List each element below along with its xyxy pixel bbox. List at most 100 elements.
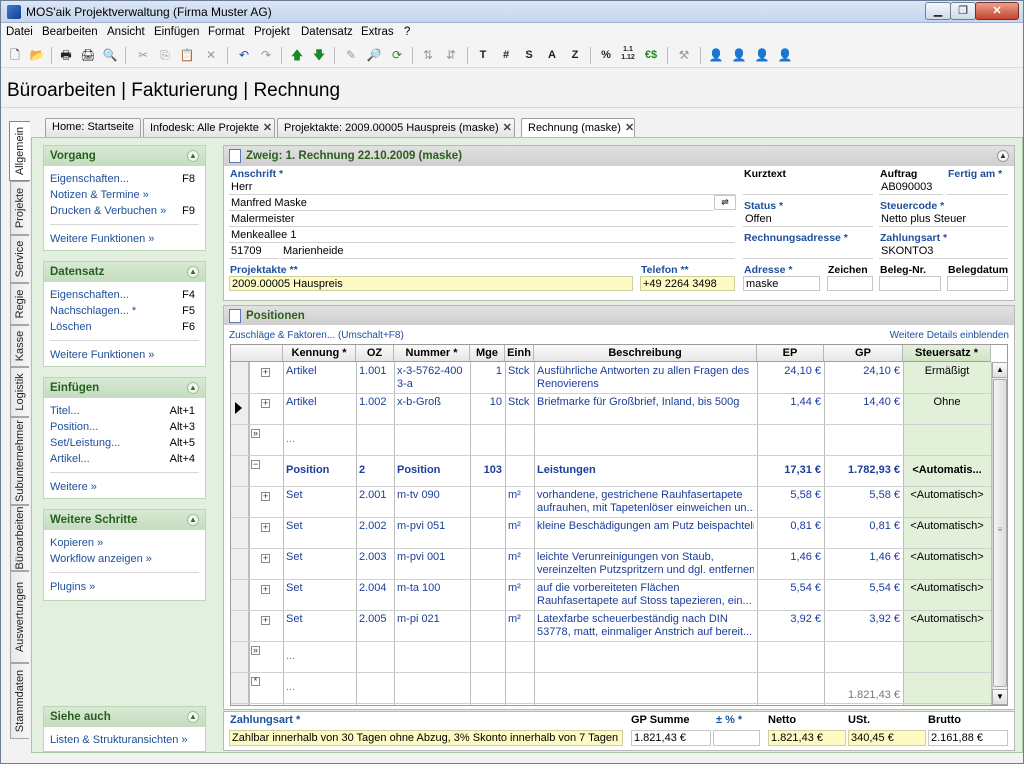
steuercode-field[interactable]: Netto plus Steuer — [879, 212, 1008, 227]
sidebar-item-set-leistung[interactable]: Set/Leistung... Alt+5 — [50, 437, 197, 451]
belegdatum-field[interactable] — [947, 276, 1008, 291]
tab-rechnung[interactable]: Rechnung (maske) ✕ — [521, 118, 635, 138]
cell-nummer[interactable]: m-pi 021 — [397, 613, 467, 640]
sidebar-item-drucken[interactable]: Drucken & Verbuchen » F9 — [50, 205, 197, 219]
vtab-logistik[interactable]: Logistik — [10, 367, 29, 417]
delete-icon[interactable]: ✕ — [202, 46, 220, 64]
sidebar-item-kopieren[interactable]: Kopieren » — [50, 537, 197, 551]
cell-steuer[interactable]: Ermäßigt — [906, 365, 988, 392]
sort-asc-icon[interactable]: ⇅ — [419, 46, 437, 64]
cell-gp[interactable]: 5,58 € — [827, 489, 900, 516]
cell-oz[interactable]: 1.001 — [359, 365, 391, 392]
row-expander[interactable]: * — [251, 677, 260, 686]
pen-icon[interactable]: ✎ — [342, 46, 360, 64]
refresh-icon[interactable]: ⟳ — [388, 46, 406, 64]
zeichen-field[interactable] — [827, 276, 873, 291]
projektakte-field[interactable]: 2009.00005 Hauspreis — [229, 276, 633, 291]
redo-icon[interactable]: ↷ — [257, 46, 275, 64]
cell-nummer[interactable]: m-ta 100 — [397, 582, 467, 609]
tab-projektakte[interactable]: Projektakte: 2009.00005 Hauspreis (maske… — [277, 118, 515, 137]
cell-steuer[interactable]: <Automatisch> — [906, 613, 988, 640]
preview-icon[interactable]: 🔍 — [101, 46, 119, 64]
collapse-icon[interactable]: ▲ — [187, 514, 199, 526]
beleg-nr-field[interactable] — [879, 276, 941, 291]
cell-beschreibung[interactable]: Latexfarbe scheuerbeständig nach DIN 537… — [537, 613, 754, 640]
cell-nummer[interactable]: m-tv 090 — [397, 489, 467, 516]
zahlungsart-field[interactable]: SKONTO3 — [879, 244, 1008, 259]
sidebar-item-plugins[interactable]: Plugins » — [50, 581, 197, 595]
close-tab-icon[interactable]: ✕ — [503, 122, 512, 134]
sidebar-item-eigenschaften[interactable]: Eigenschaften... F8 — [50, 173, 197, 187]
move-up-icon[interactable]: 🡅 — [288, 46, 306, 64]
close-tab-icon[interactable]: ✕ — [625, 122, 634, 134]
column-header-einh[interactable]: Einh — [505, 345, 534, 362]
sidebar-item-notizen[interactable]: Notizen & Termine » — [50, 189, 197, 203]
open-icon[interactable]: 📂 — [28, 46, 46, 64]
cell-ep[interactable]: 5,58 € — [760, 489, 821, 516]
vtab-kasse[interactable]: Kasse — [10, 325, 29, 367]
plz-field[interactable]: 51709 — [229, 244, 279, 259]
row-expander[interactable]: + — [261, 399, 270, 408]
cell-kennung[interactable]: Set — [286, 551, 353, 578]
details-link[interactable]: Weitere Details einblenden — [890, 330, 1009, 341]
cell-gp[interactable]: 3,92 € — [827, 613, 900, 640]
move-down-icon[interactable]: 🡇 — [310, 46, 328, 64]
print-setup-icon[interactable]: 🖨 — [79, 46, 97, 64]
cell-gp[interactable]: 0,81 € — [827, 520, 900, 547]
sum-button[interactable]: S — [520, 46, 538, 64]
row-expander[interactable]: » — [251, 429, 260, 438]
sidebar-item-more[interactable]: Weitere Funktionen » — [50, 349, 197, 363]
status-field[interactable]: Offen — [743, 212, 873, 227]
z-button[interactable]: Z — [566, 46, 584, 64]
cell-ep[interactable]: 1,46 € — [760, 551, 821, 578]
cell-einh[interactable]: m² — [508, 489, 531, 516]
telefon-field[interactable]: +49 2264 3498 — [640, 276, 735, 291]
menu-ansicht[interactable]: Ansicht — [107, 26, 145, 38]
column-header-nummer[interactable]: Nummer * — [394, 345, 470, 362]
footer-zahlungsart-field[interactable]: Zahlbar innerhalb von 30 Tagen ohne Abzu… — [229, 730, 623, 746]
collapse-icon[interactable]: ▲ — [997, 150, 1009, 162]
cell-gp[interactable]: 14,40 € — [827, 396, 900, 423]
print-icon[interactable]: 🖶 — [57, 46, 75, 64]
ort-field[interactable]: Marienheide — [281, 244, 735, 259]
scroll-up-icon[interactable]: ▲ — [992, 362, 1007, 378]
cell-beschreibung[interactable]: Leistungen — [537, 464, 754, 491]
column-header-beschreibung[interactable]: Beschreibung — [534, 345, 757, 362]
collapse-icon[interactable]: ▲ — [187, 150, 199, 162]
collapse-icon[interactable]: ▲ — [187, 711, 199, 723]
netto-field[interactable]: 1.821,43 € — [768, 730, 846, 746]
cell-beschreibung[interactable]: leichte Verunreinigungen von Staub, vere… — [537, 551, 754, 578]
rechnungsadresse-field[interactable] — [743, 244, 873, 259]
vtab-subunternehmer[interactable]: Subunternehmer — [10, 417, 29, 505]
cell-ep[interactable]: 5,54 € — [760, 582, 821, 609]
tab-infodesk[interactable]: Infodesk: Alle Projekte ✕ — [143, 118, 275, 137]
copy-icon[interactable]: ⎘ — [156, 46, 174, 64]
cell-kennung[interactable]: ... — [286, 650, 353, 677]
vtab-stammdaten[interactable]: Stammdaten — [10, 663, 29, 739]
menu-bearbeiten[interactable]: Bearbeiten — [42, 26, 98, 38]
auftrag-field[interactable]: AB090003 — [879, 180, 943, 195]
cell-nummer[interactable]: Position — [397, 464, 467, 491]
cell-beschreibung[interactable]: vorhandene, gestrichene Rauhfasertapete … — [537, 489, 754, 516]
menu-help[interactable]: ? — [404, 26, 410, 38]
row-expander[interactable]: − — [251, 460, 260, 469]
vtab-service[interactable]: Service — [10, 235, 29, 283]
cell-ep[interactable]: 17,31 € — [760, 464, 821, 491]
cell-oz[interactable]: 2.005 — [359, 613, 391, 640]
cell-kennung[interactable]: Artikel — [286, 365, 353, 392]
cell-nummer[interactable]: m-pvi 051 — [397, 520, 467, 547]
positions-grid[interactable]: Kennung * OZ Nummer * Mge Einh Beschreibung EP… — [230, 344, 1008, 706]
cell-oz[interactable]: 2.001 — [359, 489, 391, 516]
tab-home[interactable]: Home: Startseite — [45, 118, 141, 137]
kurztext-field[interactable] — [743, 180, 873, 195]
pct-field[interactable] — [713, 730, 760, 746]
cell-ep[interactable]: 3,92 € — [760, 613, 821, 640]
sidebar-item-position[interactable]: Position... Alt+3 — [50, 421, 197, 435]
menu-extras[interactable]: Extras — [361, 26, 394, 38]
cell-steuer[interactable]: <Automatisch> — [906, 551, 988, 578]
anschrift-line-4[interactable]: Menkeallee 1 — [229, 228, 735, 243]
brutto-field[interactable]: 2.161,88 € — [928, 730, 1008, 746]
cell-oz[interactable]: 2 — [359, 464, 391, 491]
menu-format[interactable]: Format — [208, 26, 244, 38]
sidebar-item-nachschlagen[interactable]: Nachschlagen... * F5 — [50, 305, 197, 319]
